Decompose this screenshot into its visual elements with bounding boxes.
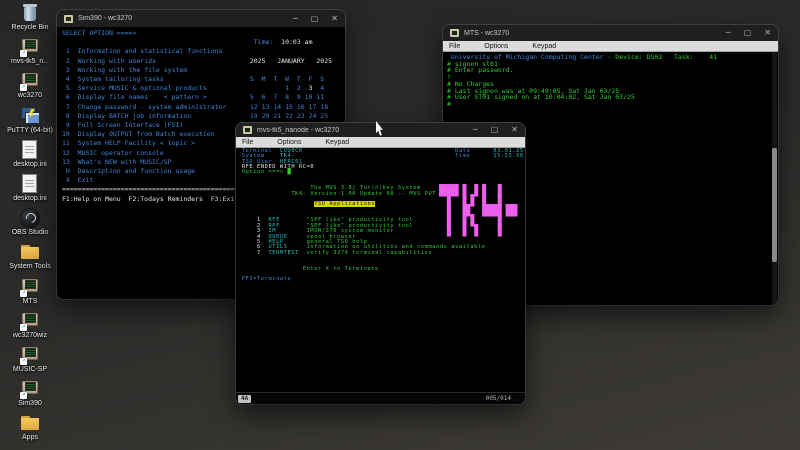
folder-icon — [17, 414, 43, 433]
maximize-icon[interactable]: ▢ — [311, 15, 319, 23]
minimize-icon[interactable]: ─ — [293, 15, 298, 23]
desktop-icon-system-tools[interactable]: System Tools — [5, 243, 55, 277]
menu-keypad[interactable]: Keypad — [319, 139, 359, 146]
desktop-icon-label: MUSIC-SP — [5, 366, 55, 374]
tk4-terminal-screen[interactable]: Terminal CUU0C0 Date 03.01.25 System TK4… — [236, 148, 525, 393]
desktop-icon-mvs-tk5-n-[interactable]: ↗mvs-tk5_n... — [5, 38, 55, 72]
mts-titlebar[interactable]: MTS - wc3270 ─ ▢ ✕ — [443, 25, 778, 41]
desktop-icon-sim390[interactable]: ↗Sim390 — [5, 380, 55, 414]
menu-file[interactable]: File — [443, 43, 470, 50]
file-icon — [17, 141, 43, 160]
terminal-icon: ↗ — [17, 312, 43, 331]
desktop-icon-label: Recycle Bin — [5, 24, 55, 32]
recycle-icon — [17, 4, 43, 23]
tk4-window-title: mvs-tk5_nanode - wc3270 — [257, 127, 339, 134]
desktop-icon-label: Sim390 — [5, 400, 55, 408]
sim390-titlebar[interactable]: Sim390 - wc3270 ─ ▢ ✕ — [57, 10, 345, 27]
wc3270-window-icon — [64, 15, 73, 23]
desktop-icon-mts[interactable]: ↗MTS — [5, 278, 55, 312]
close-icon[interactable]: ✕ — [331, 15, 338, 23]
scrollbar-thumb[interactable] — [772, 148, 777, 262]
desktop-icon-putty-64-bit-[interactable]: PuTTY (64-bit) — [5, 107, 55, 141]
window-controls: ─ ▢ ✕ — [473, 126, 518, 134]
desktop-icon-label: OBS Studio — [5, 229, 55, 237]
window-mvs-tk5: mvs-tk5_nanode - wc3270 ─ ▢ ✕ File Option… — [236, 123, 525, 404]
tk4-ascii-logo: █████ █ █ █ █ █ █ █ █ █ █ ██ █████ ███ █… — [439, 186, 517, 236]
wc3270-window-icon — [450, 29, 459, 37]
menu-options[interactable]: Options — [271, 139, 311, 146]
desktop-icon-recycle-bin[interactable]: Recycle Bin — [5, 4, 55, 38]
terminal-icon: ↗ — [17, 346, 43, 365]
putty-icon — [17, 107, 43, 126]
terminal-icon: ↗ — [17, 380, 43, 399]
desktop-icon-label: desktop.ini — [5, 161, 55, 169]
desktop-icon-label: desktop.ini — [5, 195, 55, 203]
desktop-icon-label: wc3270 — [5, 92, 55, 100]
close-icon[interactable]: ✕ — [511, 126, 518, 134]
sim390-window-title: Sim390 - wc3270 — [78, 15, 132, 22]
desktop-icon-label: Apps — [5, 434, 55, 442]
desktop-icon-desktop-ini[interactable]: desktop.ini — [5, 141, 55, 175]
desktop-icon-obs-studio[interactable]: OBS Studio — [5, 209, 55, 243]
close-icon[interactable]: ✕ — [764, 29, 771, 37]
cursor-position-indicator: 005/014 — [486, 395, 511, 402]
mts-screen-text: University of Michigan Computing Center … — [443, 52, 778, 108]
desktop-icon-music-sp[interactable]: ↗MUSIC-SP — [5, 346, 55, 380]
desktop-icon-label: mvs-tk5_n... — [5, 58, 55, 66]
mts-menubar: File Options Keypad — [443, 41, 778, 52]
window-controls: ─ ▢ ✕ — [293, 15, 338, 23]
desktop[interactable]: { "icons": {"minimize": "─", "maximize":… — [0, 0, 800, 450]
desktop-icon-label: wc3270wiz — [5, 332, 55, 340]
tk4-menubar: File Options Keypad — [236, 137, 525, 148]
tk4-statusbar: 4A 005/014 — [236, 392, 525, 404]
obs-icon — [17, 209, 43, 228]
terminal-icon: ↗ — [17, 72, 43, 91]
mts-window-title: MTS - wc3270 — [464, 30, 509, 37]
desktop-icon-label: System Tools — [5, 263, 55, 271]
wc3270-window-icon — [243, 126, 252, 134]
window-controls: ─ ▢ ✕ — [726, 29, 771, 37]
desktop-icon-label: PuTTY (64-bit) — [5, 127, 55, 135]
file-icon — [17, 175, 43, 194]
terminal-icon: ↗ — [17, 278, 43, 297]
minimize-icon[interactable]: ─ — [726, 29, 731, 37]
maximize-icon[interactable]: ▢ — [491, 126, 499, 134]
desktop-icon-label: MTS — [5, 298, 55, 306]
desktop-icon-wc3270wiz[interactable]: ↗wc3270wiz — [5, 312, 55, 346]
menu-file[interactable]: File — [236, 139, 263, 146]
oia-status-indicator: 4A — [238, 395, 251, 403]
desktop-icon-desktop-ini[interactable]: desktop.ini — [5, 175, 55, 209]
desktop-icon-apps[interactable]: Apps — [5, 414, 55, 448]
desktop-icon-wc3270[interactable]: ↗wc3270 — [5, 72, 55, 106]
menu-keypad[interactable]: Keypad — [526, 43, 566, 50]
mts-scrollbar[interactable] — [772, 52, 777, 305]
terminal-icon: ↗ — [17, 38, 43, 57]
folder-icon — [17, 243, 43, 262]
minimize-icon[interactable]: ─ — [473, 126, 478, 134]
desktop-icon-column: Recycle Bin↗mvs-tk5_n...↗wc3270PuTTY (64… — [5, 4, 55, 448]
maximize-icon[interactable]: ▢ — [744, 29, 752, 37]
menu-options[interactable]: Options — [478, 43, 518, 50]
